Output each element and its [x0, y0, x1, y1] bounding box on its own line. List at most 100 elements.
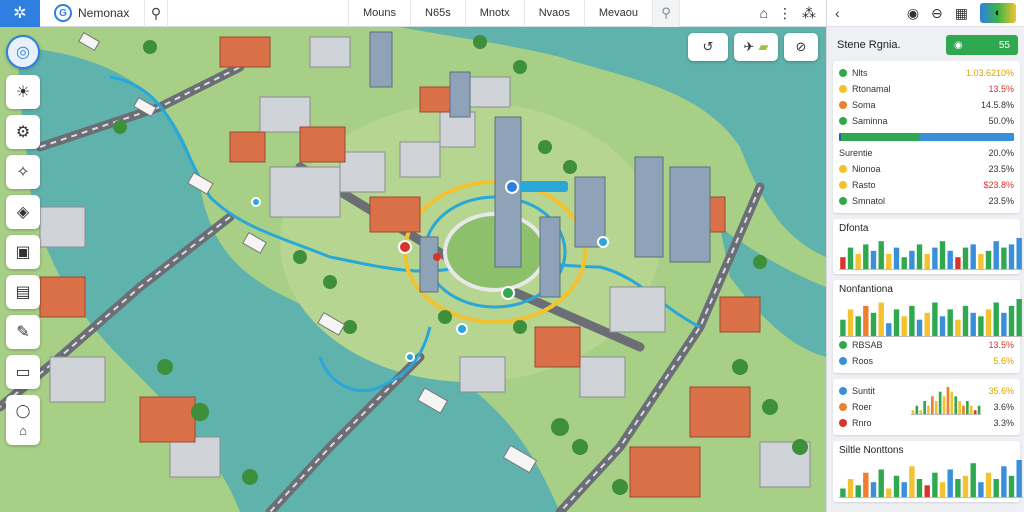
chart-bar	[840, 319, 846, 337]
gear-icon[interactable]: ⚙	[6, 115, 40, 149]
layers-icon[interactable]: ◈	[6, 195, 40, 229]
chart-bar	[901, 316, 907, 337]
chart-bar	[855, 316, 861, 337]
chart-bar	[1016, 299, 1022, 337]
stat-row: Rtonamal 13.5%	[839, 81, 1014, 97]
chart-bar	[878, 469, 884, 498]
chart-bar	[947, 309, 953, 337]
globe-icon[interactable]: ◎	[6, 35, 40, 69]
app-logo-icon[interactable]: ✲	[0, 0, 40, 27]
menu-item-4[interactable]: Nvaos	[523, 0, 584, 27]
search-icon[interactable]: ⚲	[144, 0, 168, 27]
chart-bar	[955, 257, 961, 270]
calendar-icon[interactable]: ▤	[6, 275, 40, 309]
stat-row: Smnatol 23.5%	[839, 193, 1014, 209]
chart-bar	[840, 257, 846, 270]
progress-row: Surentie 20.0%	[839, 148, 1014, 158]
chart-bar	[962, 305, 969, 337]
chart-bar	[931, 396, 934, 415]
chart-bar	[1008, 475, 1015, 498]
top-menu: Mouns N65s Mnotx Nvaos Mevaou	[348, 0, 652, 27]
chart-bar	[863, 472, 869, 498]
more-icon[interactable]: ⋮	[778, 5, 792, 22]
menu-item-3[interactable]: Mnotx	[464, 0, 524, 27]
legend-dot	[839, 419, 847, 427]
menu-item-2[interactable]: N65s	[410, 0, 465, 27]
stat-row: Rnro 3.3%	[839, 415, 1014, 431]
edit-icon[interactable]: ✎	[6, 315, 40, 349]
chart-bar	[955, 479, 961, 498]
chart-bar	[1001, 247, 1007, 270]
chart-bar	[985, 309, 992, 337]
chart-bar	[927, 405, 930, 415]
legend-dot	[839, 341, 847, 349]
undo-icon[interactable]: ↺	[688, 33, 728, 61]
home-icon[interactable]: ⌂	[760, 5, 768, 21]
plane-icon[interactable]: ✈ ▰	[734, 33, 778, 61]
right-panel: ‹ ◉ ⊖ ▦ ◐ Stene Rgnia. ◉ 55 Nlts 1.03.62…	[826, 0, 1024, 512]
panel-icon[interactable]: ▭	[6, 355, 40, 389]
brand[interactable]: G Nemonax	[40, 4, 144, 22]
route-icon[interactable]: ✧	[6, 155, 40, 189]
sun-icon[interactable]: ☀	[6, 75, 40, 109]
brand-name: Nemonax	[78, 6, 130, 20]
chart-bar	[923, 401, 926, 415]
chart-bar	[886, 323, 892, 337]
chart-bar	[893, 309, 900, 337]
chart-bar	[954, 396, 958, 415]
region-header: Stene Rgnia. ◉ 55	[827, 27, 1024, 61]
menu-search-icon[interactable]: ⚲	[652, 0, 681, 27]
chart-bar	[1001, 312, 1007, 337]
stat-row: Nionoa 23.5%	[839, 161, 1014, 177]
chart-bar	[993, 302, 999, 337]
chart-bar	[985, 250, 992, 270]
link-icon[interactable]: ⊘	[784, 33, 818, 61]
chart-bar	[847, 247, 854, 270]
chart-card-3: Suntit 35.6% Roer 3.6% Rnro 3.3%	[833, 379, 1020, 435]
chart-bar	[1016, 238, 1022, 270]
chart-bar	[901, 482, 907, 498]
chart-title: Nonfantiona	[839, 284, 893, 295]
region-button[interactable]: ◉ 55	[946, 35, 1018, 55]
chart-bar	[870, 250, 877, 270]
chart-bar	[909, 305, 915, 337]
chart-bar	[969, 405, 973, 415]
chart-bar	[870, 312, 877, 337]
chart-bar	[886, 488, 892, 498]
chart-bar	[863, 244, 869, 270]
chart-bar	[946, 387, 950, 415]
pin-tool[interactable]: ◯ ⌂	[6, 395, 40, 445]
building-icon: ⌂	[19, 422, 27, 438]
chart-bar	[932, 247, 938, 270]
chart-bar	[978, 482, 984, 498]
chart-title: Siltle Nonttons	[839, 445, 904, 456]
map-canvas[interactable]: ◎ ☀ ⚙ ✧ ◈ ▣ ▤ ✎ ▭ ◯ ⌂ ↺ ✈ ▰ ⊘	[0, 27, 826, 512]
palette-icon[interactable]: ◐	[980, 3, 1016, 23]
menu-item-5[interactable]: Mevaou	[583, 0, 652, 27]
panel-toolbar: ‹ ◉ ⊖ ▦ ◐	[827, 0, 1024, 27]
chart-bar	[970, 244, 976, 270]
chart-bar	[924, 485, 930, 498]
chart-bar	[939, 482, 946, 498]
chart-bar	[847, 479, 854, 498]
network-icon[interactable]: ⁂	[802, 5, 816, 22]
menu-item-1[interactable]: Mouns	[348, 0, 410, 27]
chart-card-1: Dfonta	[833, 219, 1023, 274]
chart-bar	[863, 305, 869, 337]
calculator-icon[interactable]: ▦	[955, 5, 968, 22]
chart-bar	[870, 482, 877, 498]
legend-dot	[839, 181, 847, 189]
app-window: ✲ G Nemonax ⚲ Mouns N65s Mnotx Nvaos Mev…	[0, 0, 1024, 512]
minus-circle-icon[interactable]: ⊖	[931, 5, 943, 22]
chart-bar	[855, 485, 861, 498]
stat-row: Soma 14.5.8%	[839, 97, 1014, 113]
stat-row: Rasto $23.8%	[839, 177, 1014, 193]
progress-bar	[839, 133, 1014, 141]
back-chevron-icon[interactable]: ‹	[835, 5, 840, 21]
theme-icon[interactable]: ◉	[907, 5, 919, 22]
chart-bar	[916, 319, 923, 337]
chart-bar	[878, 302, 884, 337]
legend-dot	[839, 357, 847, 365]
left-toolbar: ◎ ☀ ⚙ ✧ ◈ ▣ ▤ ✎ ▭ ◯ ⌂	[6, 35, 42, 445]
note-icon[interactable]: ▣	[6, 235, 40, 269]
